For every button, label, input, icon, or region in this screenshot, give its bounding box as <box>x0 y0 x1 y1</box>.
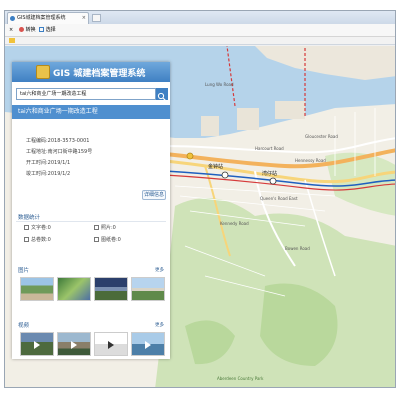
video-thumbnail[interactable] <box>94 332 128 356</box>
favorites-bar <box>5 37 395 45</box>
app-header: GIS 城建档案管理系统 <box>12 62 170 82</box>
photo-icon <box>94 225 99 230</box>
stat-drawings: 图纸卷:0 <box>94 236 121 243</box>
stat-docs: 文字卷:0 <box>24 224 51 231</box>
close-tab-icon[interactable]: × <box>82 13 86 24</box>
play-icon <box>34 341 40 349</box>
stat-total: 总卷数:0 <box>24 236 51 243</box>
browser-tab[interactable]: GIS城建档案管理系统 × <box>7 12 89 24</box>
tab-title: GIS城建档案管理系统 <box>17 15 66 21</box>
map-label-harcourt: Harcourt Road <box>255 146 284 151</box>
video-thumbnail[interactable] <box>57 332 91 356</box>
browser-window: GIS城建档案管理系统 × × 转换 选择 金钟站 湾仔站 Gloucester… <box>4 10 396 388</box>
document-icon <box>24 225 29 230</box>
play-icon <box>145 341 151 349</box>
stat-drawings-value: 图纸卷:0 <box>101 237 121 243</box>
stats-title: 数据统计 <box>18 215 41 221</box>
map-label-kennedy: Kennedy Road <box>220 221 249 226</box>
photo-thumbnail[interactable] <box>131 277 165 301</box>
star-icon[interactable] <box>9 38 15 43</box>
stat-docs-value: 文字卷:0 <box>31 225 51 231</box>
project-code: 工程编码:2018-3573-0001 <box>26 138 90 144</box>
stat-photos-value: 照片:0 <box>101 225 116 231</box>
map-view[interactable]: 金钟站 湾仔站 Gloucester Road Harcourt Road He… <box>5 46 395 387</box>
stat-total-value: 总卷数:0 <box>31 237 51 243</box>
select-label: 选择 <box>45 27 56 33</box>
photo-thumbnail[interactable] <box>20 277 54 301</box>
map-label-lung-wo: Lung Wo Road <box>205 82 234 87</box>
globe-icon <box>10 16 15 21</box>
select-icon <box>39 27 44 32</box>
project-panel: GIS 城建档案管理系统 tai六和商业广场一期改造工程 tai六和商业广场一期… <box>12 62 170 359</box>
search-icon <box>157 92 166 101</box>
map-label-gloucester: Gloucester Road <box>305 134 338 139</box>
divider <box>16 221 166 222</box>
map-label-bowen: Bowen Road <box>285 246 310 251</box>
photo-thumbnail[interactable] <box>57 277 91 301</box>
search-input[interactable]: tai六和商业广场一期改造工程 <box>16 88 156 100</box>
tab-bar: GIS城建档案管理系统 × <box>5 11 395 24</box>
video-thumbnail[interactable] <box>20 332 54 356</box>
new-tab-button[interactable] <box>92 14 101 22</box>
browser-toolbar: × 转换 选择 <box>5 24 395 37</box>
video-thumbnail[interactable] <box>131 332 165 356</box>
convert-icon <box>19 27 24 32</box>
map-label-jinzhong: 金钟站 <box>208 164 224 170</box>
play-icon <box>71 341 77 349</box>
map-label-park: Aberdeen Country Park <box>217 376 264 381</box>
search-button[interactable] <box>156 88 168 101</box>
project-title: tai六和商业广场一期改造工程 <box>12 105 170 119</box>
videos-more-link[interactable]: 更多 <box>155 322 164 328</box>
close-icon[interactable]: × <box>9 24 13 37</box>
project-start: 开工时间:2019/1/1 <box>26 160 71 166</box>
convert-button[interactable]: 转换 <box>19 24 36 37</box>
map-label-wanchai: 湾仔站 <box>262 171 278 177</box>
select-button[interactable]: 选择 <box>39 24 56 37</box>
project-address: 工程地址:南河口街中路159号 <box>26 149 93 155</box>
stat-photos: 照片:0 <box>94 224 116 231</box>
project-end: 竣工时间:2019/1/2 <box>26 171 71 177</box>
play-icon <box>108 341 114 349</box>
videos-title: 视频 <box>18 323 30 329</box>
map-label-hennessy: Hennessy Road <box>295 158 326 163</box>
photos-more-link[interactable]: 更多 <box>155 267 164 273</box>
map-label-queens: Queen's Road East <box>260 196 298 201</box>
logo-icon <box>36 65 50 79</box>
photos-title: 图片 <box>18 268 30 274</box>
detail-button[interactable]: 详细信息 <box>142 190 166 200</box>
photo-thumbnail[interactable] <box>94 277 128 301</box>
archive-icon <box>24 237 29 242</box>
app-title: GIS 城建档案管理系统 <box>53 69 146 79</box>
convert-label: 转换 <box>25 27 36 33</box>
drawing-icon <box>94 237 99 242</box>
